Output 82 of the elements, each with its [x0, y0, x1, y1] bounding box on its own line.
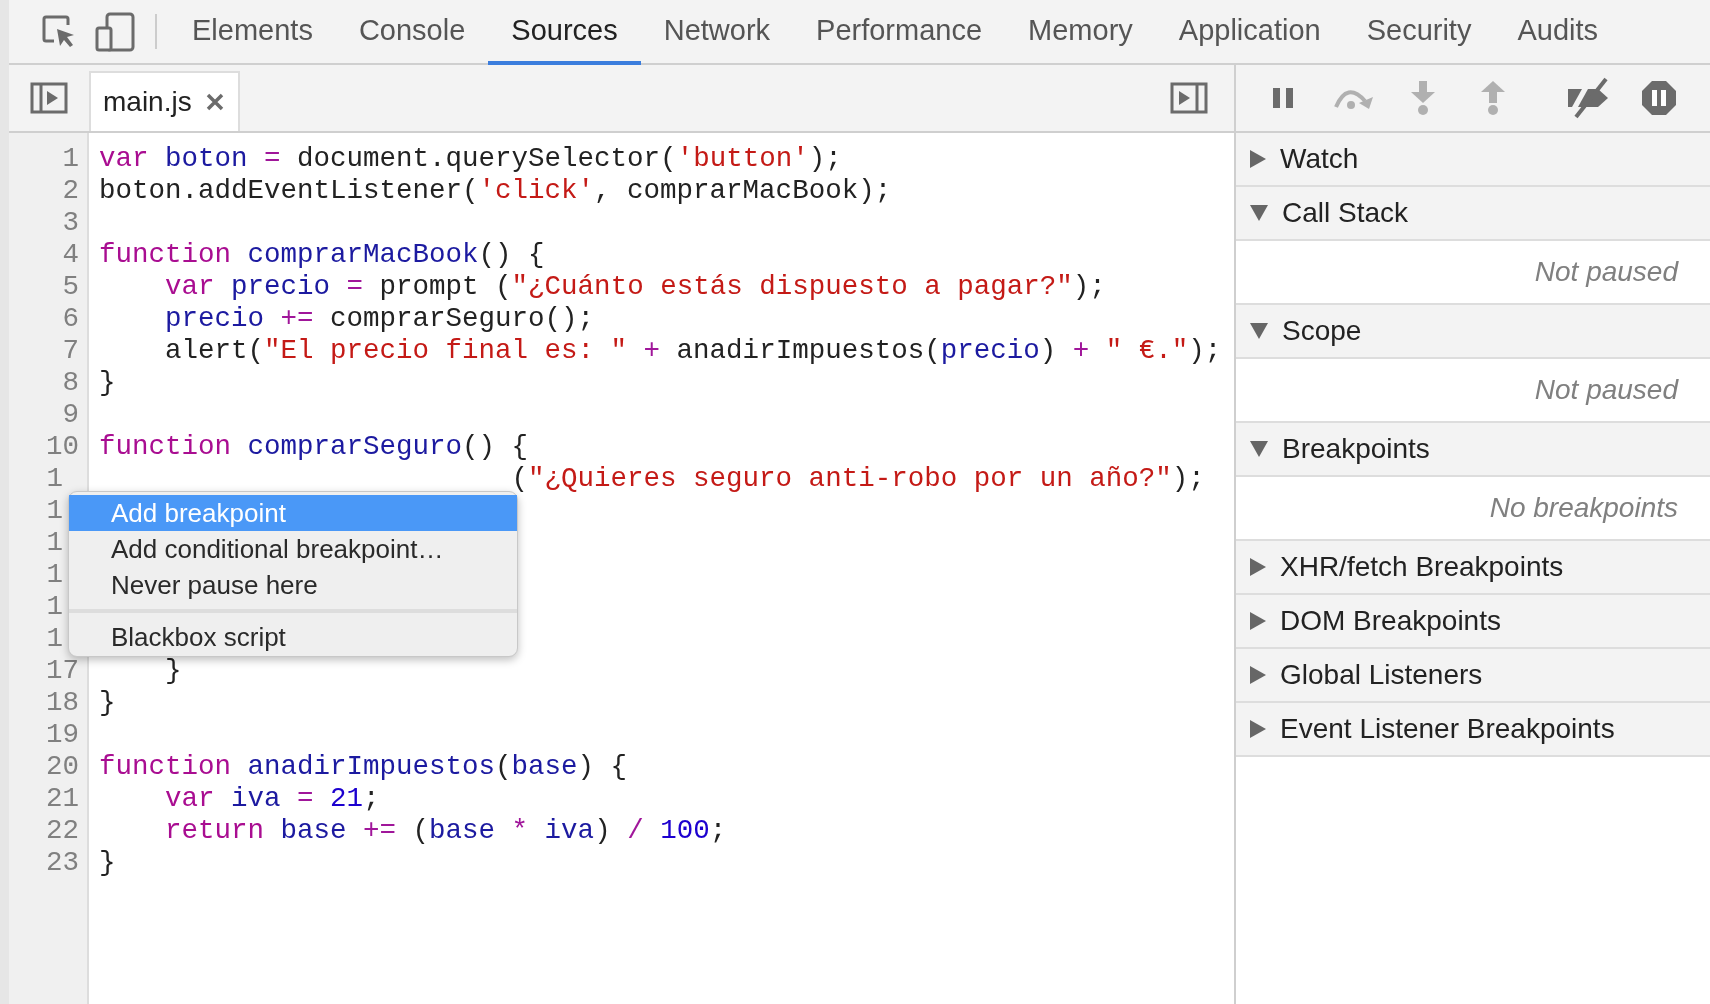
menu-item[interactable]: Never pause here	[69, 567, 517, 603]
code-line: function anadirImpuestos(base) {	[99, 751, 629, 783]
line-number: 1	[61, 143, 80, 175]
panel-tab[interactable]: Console	[335, 0, 489, 65]
code-line: }	[99, 687, 117, 719]
section-header[interactable]: Global Listeners	[1236, 649, 1710, 703]
code-line: }	[99, 847, 117, 879]
panel-tab[interactable]: Security	[1343, 0, 1495, 65]
section-title: DOM Breakpoints	[1280, 605, 1501, 637]
panel-tab[interactable]: Network	[640, 0, 794, 65]
line-number: 1	[45, 495, 64, 527]
line-number: 4	[61, 239, 80, 271]
section-title: XHR/fetch Breakpoints	[1280, 551, 1564, 583]
code-line: function comprarSeguro() {	[99, 431, 530, 463]
code-line: var precio = prompt ("¿Cuánto estás dispuesto a pagar?");	[164, 271, 1107, 303]
section-header[interactable]: Call Stack	[1236, 187, 1710, 241]
section-header[interactable]: Event Listener Breakpoints	[1236, 703, 1710, 757]
section-title: Global Listeners	[1280, 659, 1483, 691]
pause-on-exceptions-icon[interactable]	[1641, 80, 1677, 116]
section-header[interactable]: Scope	[1236, 305, 1710, 359]
panel-tab[interactable]: Performance	[793, 0, 1006, 65]
panel-tab[interactable]: Elements	[169, 0, 336, 65]
line-number: 21	[45, 783, 80, 815]
collapse-triangle-icon[interactable]	[1250, 441, 1268, 457]
section-title: Watch	[1280, 143, 1359, 175]
line-number: 23	[45, 847, 80, 879]
panel-tab[interactable]: Audits	[1494, 0, 1622, 65]
code-line: ("¿Quieres seguro anti-robo por un año?");	[510, 463, 1206, 495]
line-number: 2	[61, 175, 80, 207]
line-number: 9	[61, 399, 80, 431]
expand-triangle-icon[interactable]	[1250, 666, 1266, 684]
menu-item[interactable]: Add conditional breakpoint…	[69, 531, 517, 567]
menu-item[interactable]: Blackbox script	[69, 619, 517, 655]
collapse-triangle-icon[interactable]	[1250, 323, 1268, 339]
section-header[interactable]: XHR/fetch Breakpoints	[1236, 541, 1710, 595]
line-number: 8	[61, 367, 80, 399]
line-number: 19	[45, 719, 80, 751]
line-number: 20	[45, 751, 80, 783]
code-line: var boton = document.querySelector('button');	[99, 143, 843, 175]
section-header[interactable]: Breakpoints	[1236, 423, 1710, 477]
line-number: 5	[61, 271, 80, 303]
expand-triangle-icon[interactable]	[1250, 558, 1266, 576]
line-number: 1	[45, 559, 64, 591]
line-number: 1	[45, 527, 64, 559]
line-number: 3	[61, 207, 80, 239]
line-number: 1	[45, 463, 64, 495]
code-line: var iva = 21;	[164, 783, 381, 815]
section-title: Breakpoints	[1282, 433, 1430, 465]
line-number: 1	[45, 623, 64, 655]
device-toolbar-icon[interactable]	[95, 11, 135, 52]
inspect-element-icon[interactable]	[42, 14, 76, 49]
panel-tab[interactable]: Memory	[1005, 0, 1156, 65]
line-number: 18	[45, 687, 80, 719]
close-icon[interactable]	[205, 93, 224, 111]
file-tab[interactable]: main.js	[89, 71, 240, 131]
code-line: function comprarMacBook() {	[99, 239, 546, 271]
line-number: 17	[45, 655, 80, 687]
section-title: Event Listener Breakpoints	[1280, 713, 1615, 745]
section-title: Scope	[1282, 315, 1362, 347]
line-number: 10	[45, 431, 80, 463]
expand-triangle-icon[interactable]	[1250, 612, 1266, 630]
expand-triangle-icon[interactable]	[1250, 150, 1266, 168]
code-line: }	[99, 367, 117, 399]
pause-icon[interactable]	[1271, 86, 1295, 110]
code-line: return base += (base * iva) / 100;	[164, 815, 728, 847]
section-header[interactable]: DOM Breakpoints	[1236, 595, 1710, 649]
sidebar-toggle-icon[interactable]	[30, 82, 68, 114]
expand-triangle-icon[interactable]	[1250, 720, 1266, 738]
file-name: main.js	[103, 86, 192, 118]
code-line: boton.addEventListener('click', comprarMacBook);	[99, 175, 893, 207]
section-title: Call Stack	[1282, 197, 1409, 229]
collapse-triangle-icon[interactable]	[1250, 205, 1268, 221]
code-line: precio += comprarSeguro();	[164, 303, 596, 335]
code-line: alert("El precio final es: " + anadirImpuestos(precio) + " €.");	[164, 335, 1223, 367]
line-number: 1	[45, 591, 64, 623]
panel-tab[interactable]: Application	[1155, 0, 1344, 65]
section-header[interactable]: Watch	[1236, 133, 1710, 187]
line-number: 7	[61, 335, 80, 367]
panel-toggle-icon[interactable]	[1170, 82, 1208, 114]
code-line: }	[164, 655, 183, 687]
line-number: 6	[61, 303, 80, 335]
line-number: 22	[45, 815, 80, 847]
